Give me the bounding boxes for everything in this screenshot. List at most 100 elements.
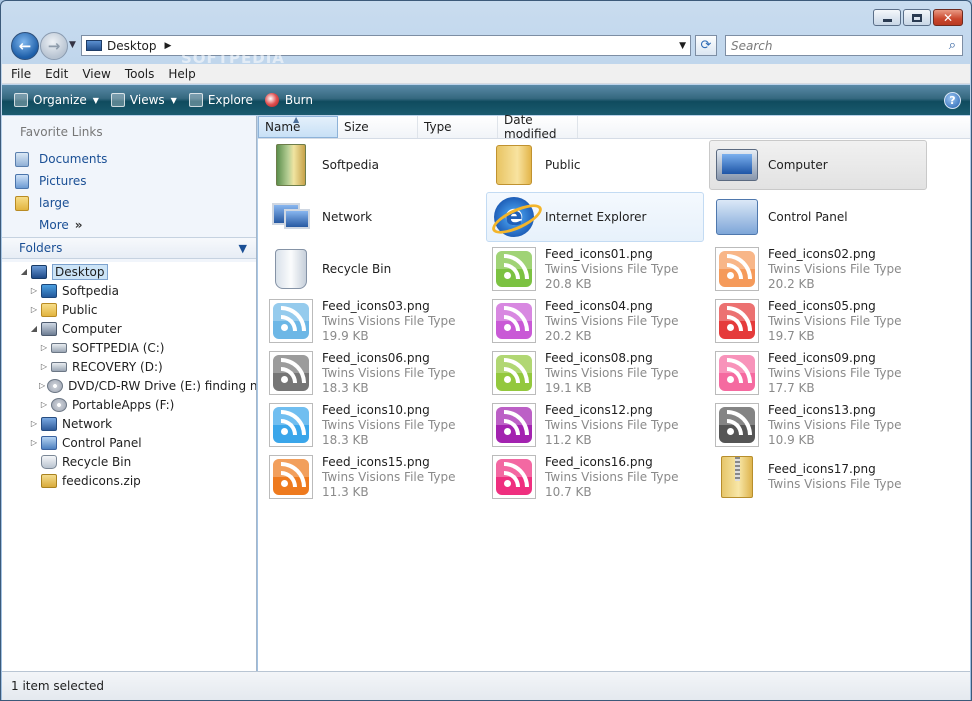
- tree-item-desktop[interactable]: ◢ Desktop: [2, 262, 256, 281]
- file-tile[interactable]: Feed_icons15.png Twins Visions File Type 1…: [263, 452, 481, 502]
- search-icon[interactable]: ⌕: [949, 38, 956, 53]
- tree-item-label: Control Panel: [62, 435, 142, 450]
- help-button[interactable]: ?: [944, 92, 961, 109]
- rss-feed-icon: [269, 351, 313, 395]
- desktop-icon: [86, 40, 102, 51]
- file-name: Feed_icons10.png: [322, 402, 430, 417]
- menu-bar: File Edit View Tools Help: [2, 64, 970, 84]
- file-name: Softpedia: [322, 157, 379, 172]
- back-button[interactable]: ←: [11, 32, 39, 60]
- explore-button[interactable]: Explore: [188, 93, 253, 107]
- minimize-button[interactable]: [873, 9, 901, 26]
- tree-item-label: PortableApps (F:): [72, 397, 175, 412]
- collapse-arrow-icon[interactable]: ◢: [29, 324, 39, 333]
- documents-icon: [15, 151, 29, 167]
- tree-item-recycle-bin[interactable]: Recycle Bin: [2, 452, 256, 471]
- help-icon: ?: [949, 94, 956, 107]
- menu-view[interactable]: View: [82, 67, 110, 81]
- tree-item-drive-c[interactable]: ▷ SOFTPEDIA (C:): [2, 338, 256, 357]
- tree-item-network[interactable]: ▷ Network: [2, 414, 256, 433]
- file-size: 10.9 KB: [768, 432, 815, 447]
- file-tile[interactable]: Network: [263, 192, 481, 242]
- menu-help[interactable]: Help: [168, 67, 195, 81]
- file-tile[interactable]: Public: [486, 140, 704, 190]
- tree-item-label: Desktop: [52, 263, 108, 280]
- file-tile[interactable]: Feed_icons10.png Twins Visions File Type 1…: [263, 400, 481, 450]
- file-tile[interactable]: Feed_icons04.png Twins Visions File Type 2…: [486, 296, 704, 346]
- column-name[interactable]: ▲ Name: [258, 115, 338, 138]
- file-tile[interactable]: Recycle Bin: [263, 244, 481, 294]
- collapse-arrow-icon[interactable]: ◢: [19, 267, 29, 276]
- column-size[interactable]: Size: [338, 116, 418, 138]
- file-tile[interactable]: Feed_icons08.png Twins Visions File Type 1…: [486, 348, 704, 398]
- tree-item-drive-d[interactable]: ▷ RECOVERY (D:): [2, 357, 256, 376]
- tree-item-drive-f[interactable]: ▷ PortableApps (F:): [2, 395, 256, 414]
- file-tile[interactable]: Feed_icons13.png Twins Visions File Type 1…: [709, 400, 927, 450]
- file-tile[interactable]: Feed_icons01.png Twins Visions File Type 2…: [486, 244, 704, 294]
- caption-buttons: ✕: [873, 9, 963, 26]
- rss-feed-icon: [269, 455, 313, 499]
- file-tile[interactable]: Control Panel: [709, 192, 927, 242]
- recycle-bin-icon: [41, 454, 57, 469]
- maximize-button[interactable]: [903, 9, 931, 26]
- expand-arrow-icon[interactable]: ▷: [39, 381, 45, 390]
- menu-tools[interactable]: Tools: [125, 67, 155, 81]
- more-links-button[interactable]: More »: [39, 214, 107, 236]
- column-date-modified[interactable]: Date modified: [498, 113, 578, 141]
- favorite-link-large[interactable]: large: [15, 192, 107, 214]
- file-tile[interactable]: Feed_icons05.png Twins Visions File Type 1…: [709, 296, 927, 346]
- folders-header[interactable]: Folders ▼: [2, 237, 256, 259]
- file-tile[interactable]: Feed_icons09.png Twins Visions File Type 1…: [709, 348, 927, 398]
- file-tile[interactable]: Feed_icons16.png Twins Visions File Type 1…: [486, 452, 704, 502]
- column-header: ▲ Name Size Type Date modified: [258, 113, 970, 141]
- breadcrumb-chevron-icon[interactable]: ▶: [165, 41, 172, 51]
- tree-item-softpedia[interactable]: ▷ Softpedia: [2, 281, 256, 300]
- file-name: Control Panel: [768, 209, 848, 224]
- file-size: 18.3 KB: [322, 432, 369, 447]
- address-bar[interactable]: Desktop ▶ ▼: [81, 35, 691, 56]
- address-dropdown-icon[interactable]: ▼: [679, 41, 686, 51]
- expand-arrow-icon[interactable]: ▷: [39, 400, 49, 409]
- views-button[interactable]: Views ▼: [110, 93, 177, 107]
- expand-arrow-icon[interactable]: ▷: [39, 343, 49, 352]
- tree-item-computer[interactable]: ◢ Computer: [2, 319, 256, 338]
- expand-arrow-icon[interactable]: ▷: [29, 305, 39, 314]
- file-name: Feed_icons03.png: [322, 298, 430, 313]
- close-button[interactable]: ✕: [933, 9, 963, 26]
- file-tile[interactable]: e Internet Explorer: [486, 192, 704, 242]
- file-tile[interactable]: Feed_icons12.png Twins Visions File Type 1…: [486, 400, 704, 450]
- expand-arrow-icon[interactable]: ▷: [39, 362, 49, 371]
- forward-button[interactable]: →: [40, 32, 68, 60]
- expand-arrow-icon[interactable]: ▷: [29, 438, 39, 447]
- tree-item-feedicons-zip[interactable]: feedicons.zip: [2, 471, 256, 490]
- column-size-label: Size: [344, 120, 369, 134]
- refresh-button[interactable]: ⟳: [695, 35, 717, 56]
- file-tile[interactable]: Feed_icons17.png Twins Visions File Type: [709, 452, 927, 502]
- file-name: Feed_icons16.png: [545, 454, 653, 469]
- column-type[interactable]: Type: [418, 116, 498, 138]
- favorite-link-pictures[interactable]: Pictures: [15, 170, 107, 192]
- internet-explorer-icon: e: [494, 197, 534, 237]
- hard-drive-icon: [51, 342, 67, 353]
- file-tile[interactable]: Computer: [709, 140, 927, 190]
- menu-file[interactable]: File: [11, 67, 31, 81]
- rss-feed-icon: [715, 299, 759, 343]
- file-size: 20.2 KB: [545, 328, 592, 343]
- tree-item-public[interactable]: ▷ Public: [2, 300, 256, 319]
- file-tile[interactable]: Feed_icons03.png Twins Visions File Type 1…: [263, 296, 481, 346]
- expand-arrow-icon[interactable]: ▷: [29, 419, 39, 428]
- file-tile[interactable]: Feed_icons06.png Twins Visions File Type 1…: [263, 348, 481, 398]
- file-tile[interactable]: Softpedia: [263, 140, 481, 190]
- rss-feed-icon: [492, 351, 536, 395]
- burn-button[interactable]: Burn: [264, 93, 313, 107]
- expand-arrow-icon[interactable]: ▷: [29, 286, 39, 295]
- menu-edit[interactable]: Edit: [45, 67, 68, 81]
- address-location[interactable]: Desktop: [107, 39, 157, 53]
- tree-item-drive-e[interactable]: ▷ DVD/CD-RW Drive (E:) finding neve: [2, 376, 256, 395]
- favorite-link-documents[interactable]: Documents: [15, 148, 107, 170]
- tree-item-control-panel[interactable]: ▷ Control Panel: [2, 433, 256, 452]
- search-input[interactable]: Search ⌕: [725, 35, 963, 56]
- organize-button[interactable]: Organize ▼: [14, 93, 99, 107]
- file-tile[interactable]: Feed_icons02.png Twins Visions File Type 2…: [709, 244, 927, 294]
- recent-pages-dropdown[interactable]: ▼: [69, 40, 76, 50]
